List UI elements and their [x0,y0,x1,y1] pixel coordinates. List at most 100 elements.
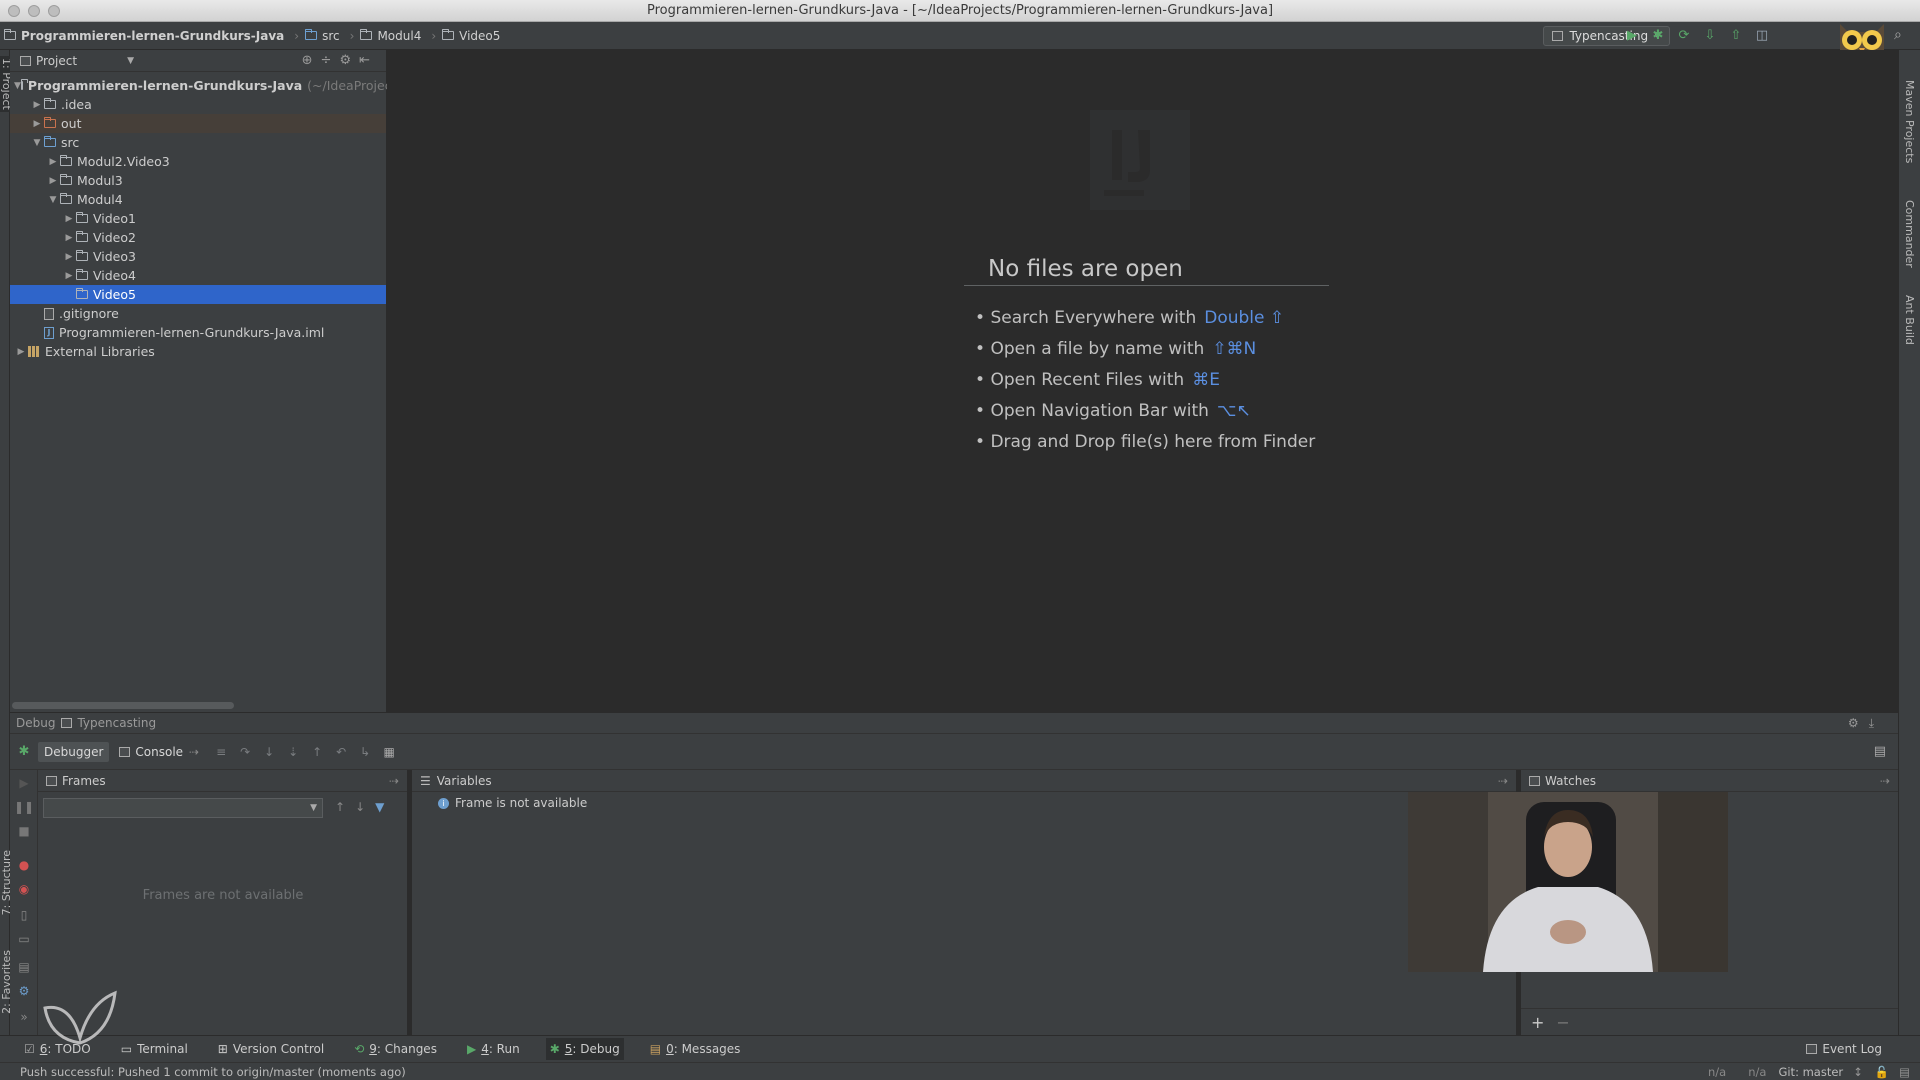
tree-item[interactable]: ▶ .idea [10,95,386,114]
collapsed-arrow-icon[interactable]: ▶ [62,214,76,224]
tree-item[interactable]: ▶JProgrammieren-lernen-Grundkurs-Java.im… [10,323,386,342]
restore-layout-icon[interactable]: ▭ [17,932,31,946]
lock-icon[interactable]: 🔓 [1875,1065,1889,1079]
tab-console[interactable]: Console ⇢ [113,742,205,762]
coverage-icon[interactable]: ⟳ [1676,27,1692,43]
tab-commander[interactable]: Commander [1903,200,1916,268]
vcs-commit-icon[interactable]: ⇧ [1728,27,1744,43]
view-breakpoints-icon[interactable]: ● [17,858,31,872]
editor-hint-item: • Open Recent Files with ⌘E [975,370,1220,390]
pin-icon[interactable]: ⇢ [389,774,399,788]
project-view-icon [20,55,31,66]
tree-item[interactable]: ▶.gitignore [10,304,386,323]
collapse-all-icon[interactable]: ÷ [321,53,340,68]
breadcrumb-modul4[interactable]: › Modul4 [344,29,422,43]
collapsed-arrow-icon[interactable]: ▶ [46,157,60,167]
mute-breakpoints-icon[interactable]: ◉ [17,882,31,896]
previous-frame-icon[interactable]: ↑ [335,800,345,814]
pin-icon[interactable]: ⇢ [1880,774,1890,788]
hide-panel-icon[interactable]: ⇤ [359,53,378,68]
debug-icon[interactable]: ✱ [1650,27,1666,43]
filter-icon[interactable]: ▼ [375,800,384,814]
tree-item[interactable]: ▶ out [10,114,386,133]
add-watch-icon[interactable]: + [1531,1013,1544,1032]
remove-watch-icon[interactable]: − [1556,1013,1569,1032]
run-to-cursor-icon[interactable]: ↳ [357,744,373,760]
tree-item[interactable]: ▶ Video3 [10,247,386,266]
tree-item[interactable]: ▶ External Libraries [10,342,386,361]
breadcrumb-video5[interactable]: › Video5 [425,29,500,43]
collapsed-arrow-icon[interactable]: ▶ [30,119,44,129]
tree-item[interactable]: ▼ Programmieren-lernen-Grundkurs-Java (~/I… [10,76,396,95]
collapsed-arrow-icon[interactable]: ▶ [30,100,44,110]
gear-icon[interactable]: ⚙ [1848,716,1869,730]
step-into-icon[interactable]: ↓ [261,744,277,760]
bullet: • [975,308,991,328]
run-icon[interactable]: ▶ [1624,27,1640,43]
more-icon[interactable]: » [17,1010,31,1024]
tool-window-button[interactable]: ▤ 0: Messages [646,1038,745,1060]
tree-item[interactable]: ▶ Video4 [10,266,386,285]
tree-item[interactable]: ▼ Modul4 [10,190,386,209]
tree-item[interactable]: ▶ Modul3 [10,171,386,190]
tool-window-button[interactable]: ▶ 4: Run [463,1038,524,1060]
get-thread-dump-icon[interactable]: ▯ [17,908,31,922]
collapsed-arrow-icon[interactable]: ▶ [14,347,28,357]
gear-icon[interactable]: ⚙ [339,53,359,68]
next-frame-icon[interactable]: ↓ [355,800,365,814]
vcs-history-icon[interactable]: ◫ [1754,27,1770,43]
expanded-arrow-icon[interactable]: ▼ [30,138,44,148]
force-step-into-icon[interactable]: ⇣ [285,744,301,760]
resume-icon[interactable]: ▶ [17,776,31,790]
stop-icon[interactable]: ■ [17,824,31,838]
step-over-icon[interactable]: ↷ [237,744,253,760]
expanded-arrow-icon[interactable]: ▼ [14,81,21,91]
pause-icon[interactable]: ❚❚ [14,800,34,814]
thread-select[interactable]: ▼ [43,798,323,818]
collapsed-arrow-icon[interactable]: ▶ [62,252,76,262]
tab-ant-build[interactable]: Ant Build [1903,295,1916,345]
tab-debugger[interactable]: Debugger [38,741,110,762]
hide-panel-icon[interactable]: ⤓ [1869,716,1884,730]
tree-item[interactable]: ▶Video5 [10,285,386,304]
collapsed-arrow-icon[interactable]: ▶ [46,176,60,186]
tool-window-button[interactable]: ⊞ Version Control [214,1038,328,1060]
chevron-down-icon[interactable]: ▼ [127,56,134,66]
tree-item[interactable]: ▶ Video2 [10,228,386,247]
run-toolbar: ▶ ✱ ⟳ ⇩ ⇧ ◫ [1614,27,1770,43]
breadcrumb-src[interactable]: › src [288,29,339,43]
tree-item-path-hint: (~/IdeaProject [307,78,397,93]
gear-icon[interactable]: ⚙ [17,984,31,998]
tool-window-button[interactable]: ✱ 5: Debug [545,1038,624,1060]
drop-frame-icon[interactable]: ↶ [333,744,349,760]
restore-layout-icon[interactable]: ▤ [1874,744,1886,759]
tree-item[interactable]: ▶ Modul2.Video3 [10,152,386,171]
debug-panel-header: Debug Typencasting ⚙⤓ [10,712,1898,734]
pin-icon[interactable]: ⇢ [1498,774,1508,788]
evaluate-expression-icon[interactable]: ▦ [381,744,397,760]
status-message[interactable]: Push successful: Pushed 1 commit to orig… [20,1065,406,1079]
tree-item[interactable]: ▶ Video1 [10,209,386,228]
project-horizontal-scrollbar[interactable] [12,702,234,709]
event-log-button[interactable]: Event Log [1806,1042,1882,1056]
tool-window-button[interactable]: ⟲ 9: Changes [350,1038,441,1060]
vcs-update-icon[interactable]: ⇩ [1702,27,1718,43]
tree-item[interactable]: ▼ src [10,133,386,152]
collapsed-arrow-icon[interactable]: ▶ [62,233,76,243]
breadcrumb-project[interactable]: Programmieren-lernen-Grundkurs-Java [4,29,284,43]
collapsed-arrow-icon[interactable]: ▶ [62,271,76,281]
step-out-icon[interactable]: ↑ [309,744,325,760]
git-branch[interactable]: Git: master [1778,1065,1843,1079]
package-icon [60,174,72,185]
export-threads-icon[interactable]: ▤ [17,960,31,974]
git-branch-switch-icon[interactable]: ↕ [1853,1065,1863,1079]
tool-window-number: 0 [666,1042,674,1056]
project-view-selector[interactable]: Project [36,54,77,68]
search-icon[interactable]: ⌕ [1894,27,1902,43]
tool-window-button[interactable]: ▭ Terminal [117,1038,192,1060]
show-execution-point-icon[interactable]: ≡ [213,744,229,760]
memory-indicator-icon[interactable]: ▤ [1899,1065,1910,1079]
scroll-from-source-icon[interactable]: ⊕ [302,53,321,68]
expanded-arrow-icon[interactable]: ▼ [46,195,60,205]
tab-maven-projects[interactable]: Maven Projects [1903,80,1916,163]
